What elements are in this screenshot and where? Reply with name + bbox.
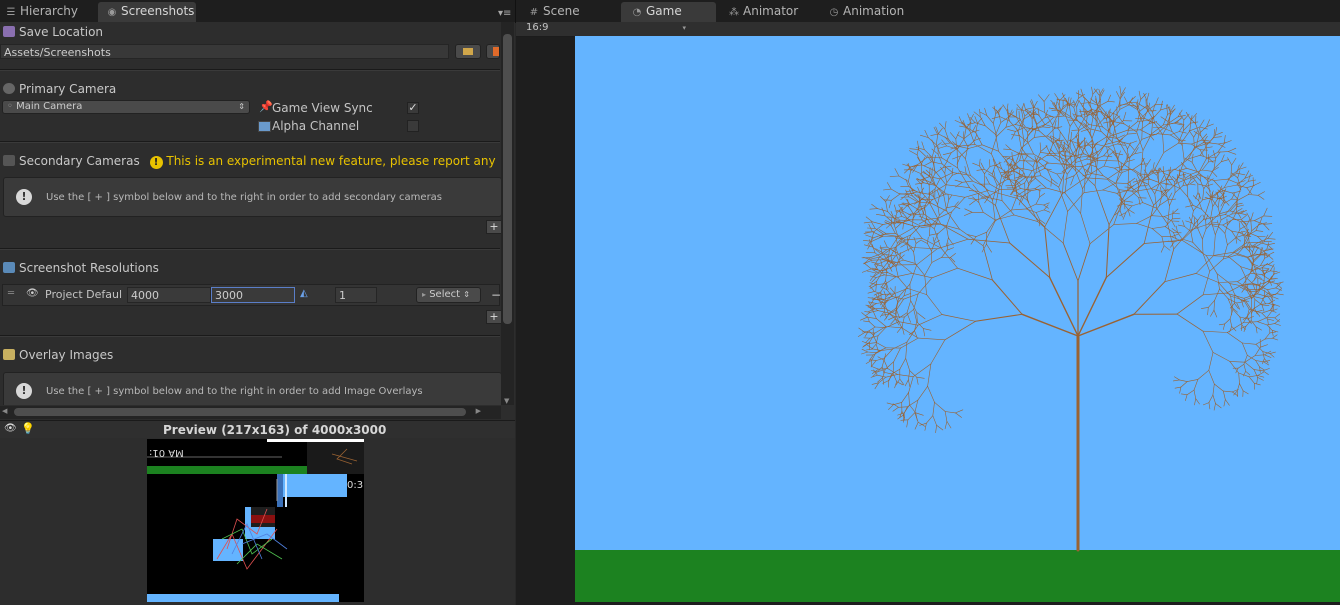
preview-overlay-text-a: MA 01: xyxy=(149,447,184,458)
resolution-height-field[interactable]: 3000 xyxy=(211,287,295,303)
add-resolution-button[interactable]: + xyxy=(486,310,502,324)
info-icon: ! xyxy=(16,383,32,399)
game-render xyxy=(575,36,1340,602)
preview-header: 👁 💡 Preview (217x163) of 4000x3000 xyxy=(0,420,515,439)
save-path-field[interactable]: Assets/Screenshots xyxy=(0,44,449,59)
left-tab-bar: ☰ Hierarchy ◉ Screenshots ▾≡ xyxy=(0,0,515,23)
horizontal-scrollbar[interactable]: ◀ ▶ xyxy=(0,406,501,419)
list-icon: ☰ xyxy=(6,7,16,18)
tab-hierarchy[interactable]: ☰ Hierarchy xyxy=(2,2,100,22)
floppy-icon xyxy=(3,26,15,37)
image-icon xyxy=(3,349,15,360)
lightbulb-icon[interactable]: 💡 xyxy=(21,422,35,435)
warning-icon: ! xyxy=(149,156,163,169)
pacman-icon: ◔ xyxy=(632,7,642,18)
divider xyxy=(0,248,500,250)
scrollbar-thumb[interactable] xyxy=(503,34,512,324)
vertical-scrollbar[interactable]: ▼ xyxy=(501,22,514,405)
game-view xyxy=(575,36,1340,602)
right-tab-bar: # Scene ◔ Game ⁂ Animator ◷ Animation xyxy=(515,0,1340,23)
remove-resolution-button[interactable]: − xyxy=(491,288,501,302)
tab-game[interactable]: ◔ Game xyxy=(621,2,716,22)
multi-camera-icon xyxy=(3,155,15,166)
preview-title: Preview (217x163) of 4000x3000 xyxy=(163,423,387,437)
experimental-warning: This is an experimental new feature, ple… xyxy=(166,154,500,168)
primary-camera-header: Primary Camera xyxy=(0,80,500,98)
camera-icon xyxy=(3,83,15,94)
grid-icon: # xyxy=(529,7,539,18)
screenshot-resolutions-header: Screenshot Resolutions xyxy=(0,259,500,277)
scroll-down-arrow-icon[interactable]: ▼ xyxy=(504,397,509,405)
scrollbar-thumb[interactable] xyxy=(14,408,466,416)
alpha-channel-icon xyxy=(258,121,271,132)
add-secondary-camera-button[interactable]: + xyxy=(486,220,502,234)
panel-menu-icon[interactable]: ▾≡ xyxy=(498,8,511,19)
clock-icon: ◷ xyxy=(829,7,839,18)
drag-handle-icon[interactable]: ═ xyxy=(8,288,14,299)
chevron-down-icon: ▾ xyxy=(682,24,686,32)
tab-screenshots[interactable]: ◉ Screenshots xyxy=(98,2,196,22)
tab-scene[interactable]: # Scene xyxy=(528,2,616,22)
game-view-sync-label: Game View Sync xyxy=(272,101,373,115)
aspect-dropdown[interactable]: 16:9 ▾ xyxy=(526,22,686,35)
overlay-info-text: Use the [ + ] symbol below and to the ri… xyxy=(46,386,423,397)
folder-icon xyxy=(463,48,473,55)
chevron-updown-icon: ⇕ xyxy=(238,102,245,111)
preview-image: MA 01: 0:3 xyxy=(147,439,364,602)
camera-small-icon: ◦ xyxy=(7,101,13,112)
secondary-cameras-info-box: ! Use the [ + ] symbol below and to the … xyxy=(3,177,502,217)
ground xyxy=(575,550,1340,602)
resolution-scale-field[interactable]: 1 xyxy=(335,287,377,303)
divider xyxy=(0,141,500,143)
overlay-images-header: Overlay Images xyxy=(0,346,500,364)
secondary-cameras-info-text: Use the [ + ] symbol below and to the ri… xyxy=(46,192,443,203)
resolution-name[interactable]: Project Defaul xyxy=(45,288,122,301)
pin-icon: 📌 xyxy=(259,100,273,113)
resolution-width-field[interactable]: 4000 xyxy=(127,287,211,303)
secondary-cameras-header: Secondary Cameras ! This is an experimen… xyxy=(0,152,500,170)
game-view-sync-checkbox[interactable]: ✓ xyxy=(407,102,419,114)
scroll-right-arrow-icon[interactable]: ▶ xyxy=(476,407,481,415)
eye-icon[interactable]: 👁 xyxy=(4,423,17,434)
open-folder-button[interactable] xyxy=(486,44,500,59)
divider xyxy=(0,335,500,337)
select-arrow-icon: ▸ xyxy=(422,290,427,299)
chevron-updown-icon: ⇕ xyxy=(463,290,470,299)
aspect-lock-icon[interactable]: ◭ xyxy=(300,288,308,299)
divider xyxy=(0,69,500,71)
alpha-channel-checkbox[interactable] xyxy=(407,120,419,132)
save-location-header: Save Location xyxy=(0,23,500,41)
nodes-icon: ⁂ xyxy=(729,7,739,18)
resolution-select-dropdown[interactable]: ▸ Select ⇕ xyxy=(416,287,481,303)
overlay-info-box: ! Use the [ + ] symbol below and to the … xyxy=(3,372,502,405)
tab-animation[interactable]: ◷ Animation xyxy=(828,2,928,22)
game-toolbar: 16:9 ▾ xyxy=(516,22,1340,37)
browse-folder-button[interactable] xyxy=(455,44,481,59)
eye-icon[interactable]: 👁 xyxy=(26,288,39,299)
camera-icon: ◉ xyxy=(107,7,117,18)
resolutions-icon xyxy=(3,262,15,273)
scroll-left-arrow-icon[interactable]: ◀ xyxy=(2,407,7,415)
open-icon xyxy=(493,47,499,56)
preview-glitch-graphic xyxy=(147,439,364,602)
alpha-channel-label: Alpha Channel xyxy=(272,119,360,133)
primary-camera-dropdown[interactable]: ◦ Main Camera ⇕ xyxy=(2,100,250,114)
preview-overlay-text-b: 0:3 xyxy=(347,480,364,491)
tab-animator[interactable]: ⁂ Animator xyxy=(728,2,823,22)
info-icon: ! xyxy=(16,189,32,205)
